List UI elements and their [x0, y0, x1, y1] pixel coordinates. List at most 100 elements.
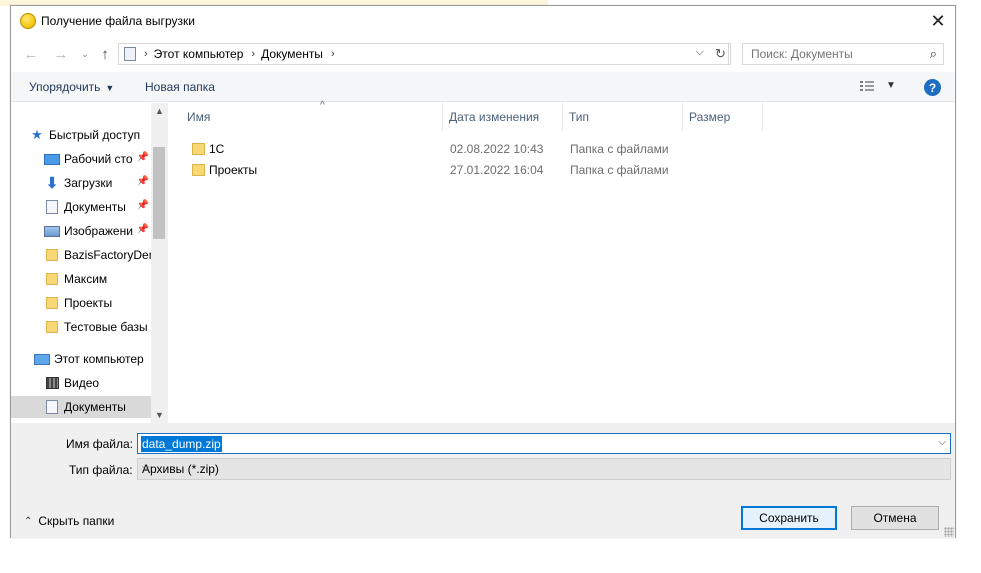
- chevron-down-icon[interactable]: ⌵: [142, 462, 946, 473]
- refresh-icon[interactable]: ↻: [711, 43, 731, 65]
- nav-pane-scrollbar[interactable]: ▲ ▼: [151, 103, 168, 423]
- nav-item-pictures[interactable]: Изображени 📌: [44, 220, 151, 242]
- search-icon[interactable]: ⌕: [930, 46, 937, 62]
- nav-this-pc[interactable]: Этот компьютер: [34, 348, 151, 370]
- nav-item-label: Рабочий сто: [64, 152, 133, 166]
- view-options-icon[interactable]: [860, 81, 878, 93]
- organize-button[interactable]: Упорядочить ▼: [29, 80, 114, 94]
- column-header-date[interactable]: Дата изменения: [443, 103, 563, 131]
- file-name: 1С: [209, 142, 225, 156]
- search-input[interactable]: [743, 44, 913, 64]
- column-header-size[interactable]: Размер: [683, 103, 763, 131]
- nav-item-downloads[interactable]: ⬇ Загрузки 📌: [44, 172, 151, 194]
- pin-icon: 📌: [136, 176, 149, 187]
- navigation-pane: ★ Быстрый доступ Рабочий сто 📌 ⬇ Загрузк…: [11, 103, 168, 423]
- file-list: Имя ^ Дата изменения Тип Размер 1С 02.08…: [171, 100, 955, 423]
- nav-item-label: Видео: [64, 376, 100, 390]
- documents-icon: [46, 200, 58, 214]
- file-type: Папка с файлами: [570, 142, 669, 156]
- nav-item-desktop[interactable]: Рабочий сто 📌: [44, 148, 151, 170]
- file-type: Папка с файлами: [570, 163, 669, 177]
- column-header-name[interactable]: Имя ^: [181, 100, 443, 131]
- folder-icon: [46, 249, 58, 261]
- nav-item-label: Документы: [64, 200, 126, 214]
- column-header-type[interactable]: Тип: [563, 103, 683, 131]
- scroll-up-icon[interactable]: ▲: [155, 106, 164, 116]
- nav-item-projects[interactable]: Проекты: [44, 292, 151, 314]
- folder-icon: [192, 143, 205, 155]
- breadcrumb-documents[interactable]: Документы: [261, 47, 323, 61]
- view-caret-down-icon[interactable]: ▼: [886, 80, 896, 91]
- hide-folders-label: Скрыть папки: [38, 514, 115, 528]
- pin-icon: 📌: [136, 152, 149, 163]
- pictures-icon: [44, 225, 60, 237]
- up-arrow-icon[interactable]: ↑: [95, 44, 115, 64]
- nav-item-label: Тестовые базы: [64, 320, 148, 334]
- video-icon: [46, 377, 59, 389]
- breadcrumb-separator-icon[interactable]: ›: [331, 48, 335, 60]
- nav-item-test-bases[interactable]: Тестовые базы: [44, 316, 151, 338]
- address-history-dropdown-icon[interactable]: ⌵: [696, 46, 704, 59]
- filetype-label: Тип файла:: [69, 463, 133, 477]
- folder-icon: [46, 273, 58, 285]
- title-bar: Получение файла выгрузки ✕: [11, 6, 955, 36]
- save-options-panel: Имя файла: data_dump.zip ⌵ Тип файла: Ар…: [11, 423, 955, 538]
- chevron-down-icon[interactable]: ⌵: [938, 437, 946, 448]
- forward-arrow-icon[interactable]: →: [51, 44, 71, 64]
- nav-item-label: Изображени: [64, 224, 133, 238]
- nav-item-video[interactable]: Видео: [44, 372, 151, 394]
- file-name: Проекты: [209, 163, 258, 177]
- filename-value[interactable]: data_dump.zip: [141, 436, 222, 452]
- recent-locations-chevron-icon[interactable]: ⌄: [75, 44, 95, 64]
- app-icon: [20, 13, 36, 29]
- filetype-select[interactable]: Архивы (*.zip) ⌵: [137, 458, 951, 480]
- folder-icon: [46, 297, 58, 309]
- navigation-row: ← → ⌄ ↑ › Этот компьютер › Документы › ⌵…: [11, 40, 955, 68]
- back-arrow-icon[interactable]: ←: [21, 44, 41, 64]
- nav-quick-access[interactable]: ★ Быстрый доступ: [29, 124, 168, 146]
- new-folder-button[interactable]: Новая папка: [145, 80, 215, 94]
- pin-icon: 📌: [136, 224, 149, 235]
- filename-label: Имя файла:: [66, 437, 133, 451]
- desktop-icon: [44, 153, 60, 165]
- nav-item-maksim[interactable]: Максим: [44, 268, 151, 290]
- nav-item-label: BazisFactoryDem: [64, 248, 151, 262]
- nav-item-bazisfactory[interactable]: BazisFactoryDem: [44, 244, 151, 266]
- save-file-dialog: Получение файла выгрузки ✕ ← → ⌄ ↑ › Это…: [10, 5, 956, 538]
- folder-icon: [192, 164, 205, 176]
- chevron-up-icon: ⌃: [24, 515, 33, 527]
- caret-down-icon: ▼: [105, 83, 115, 93]
- documents-location-icon: [124, 47, 136, 61]
- hide-folders-button[interactable]: ⌃ Скрыть папки: [24, 514, 114, 528]
- nav-item-label: Загрузки: [64, 176, 113, 190]
- scroll-down-icon[interactable]: ▼: [155, 410, 164, 420]
- search-box[interactable]: ⌕: [742, 43, 944, 65]
- nav-item-documents[interactable]: Документы 📌: [44, 196, 151, 218]
- command-toolbar: Упорядочить ▼ Новая папка ▼ ?: [11, 72, 955, 102]
- resize-grip-icon[interactable]: [944, 527, 954, 537]
- sort-ascending-icon: ^: [320, 100, 325, 111]
- column-header-label: Имя: [187, 110, 211, 124]
- nav-item-label: Максим: [64, 272, 108, 286]
- save-button[interactable]: Сохранить: [741, 506, 837, 530]
- table-row[interactable]: Проекты 27.01.2022 16:04 Папка с файлами: [171, 160, 955, 181]
- help-icon[interactable]: ?: [924, 79, 941, 96]
- scrollbar-thumb[interactable]: [153, 147, 165, 239]
- filename-field[interactable]: data_dump.zip ⌵: [137, 433, 951, 454]
- documents-icon: [46, 400, 58, 414]
- file-date: 02.08.2022 10:43: [450, 142, 544, 156]
- address-bar[interactable]: › Этот компьютер › Документы › ⌵: [118, 43, 729, 65]
- computer-icon: [34, 353, 50, 365]
- close-button[interactable]: ✕: [921, 6, 955, 36]
- file-date: 27.01.2022 16:04: [450, 163, 544, 177]
- nav-item-label: Быстрый доступ: [49, 128, 141, 142]
- downloads-icon: ⬇: [45, 175, 59, 192]
- nav-item-label: Документы: [64, 400, 126, 414]
- folder-icon: [46, 321, 58, 333]
- breadcrumb-separator-icon: ›: [144, 48, 148, 60]
- cancel-button[interactable]: Отмена: [851, 506, 939, 530]
- nav-item-pc-documents[interactable]: Документы: [11, 396, 151, 418]
- pin-icon: 📌: [136, 200, 149, 211]
- table-row[interactable]: 1С 02.08.2022 10:43 Папка с файлами: [171, 139, 955, 160]
- breadcrumb-this-pc[interactable]: Этот компьютер: [154, 47, 244, 61]
